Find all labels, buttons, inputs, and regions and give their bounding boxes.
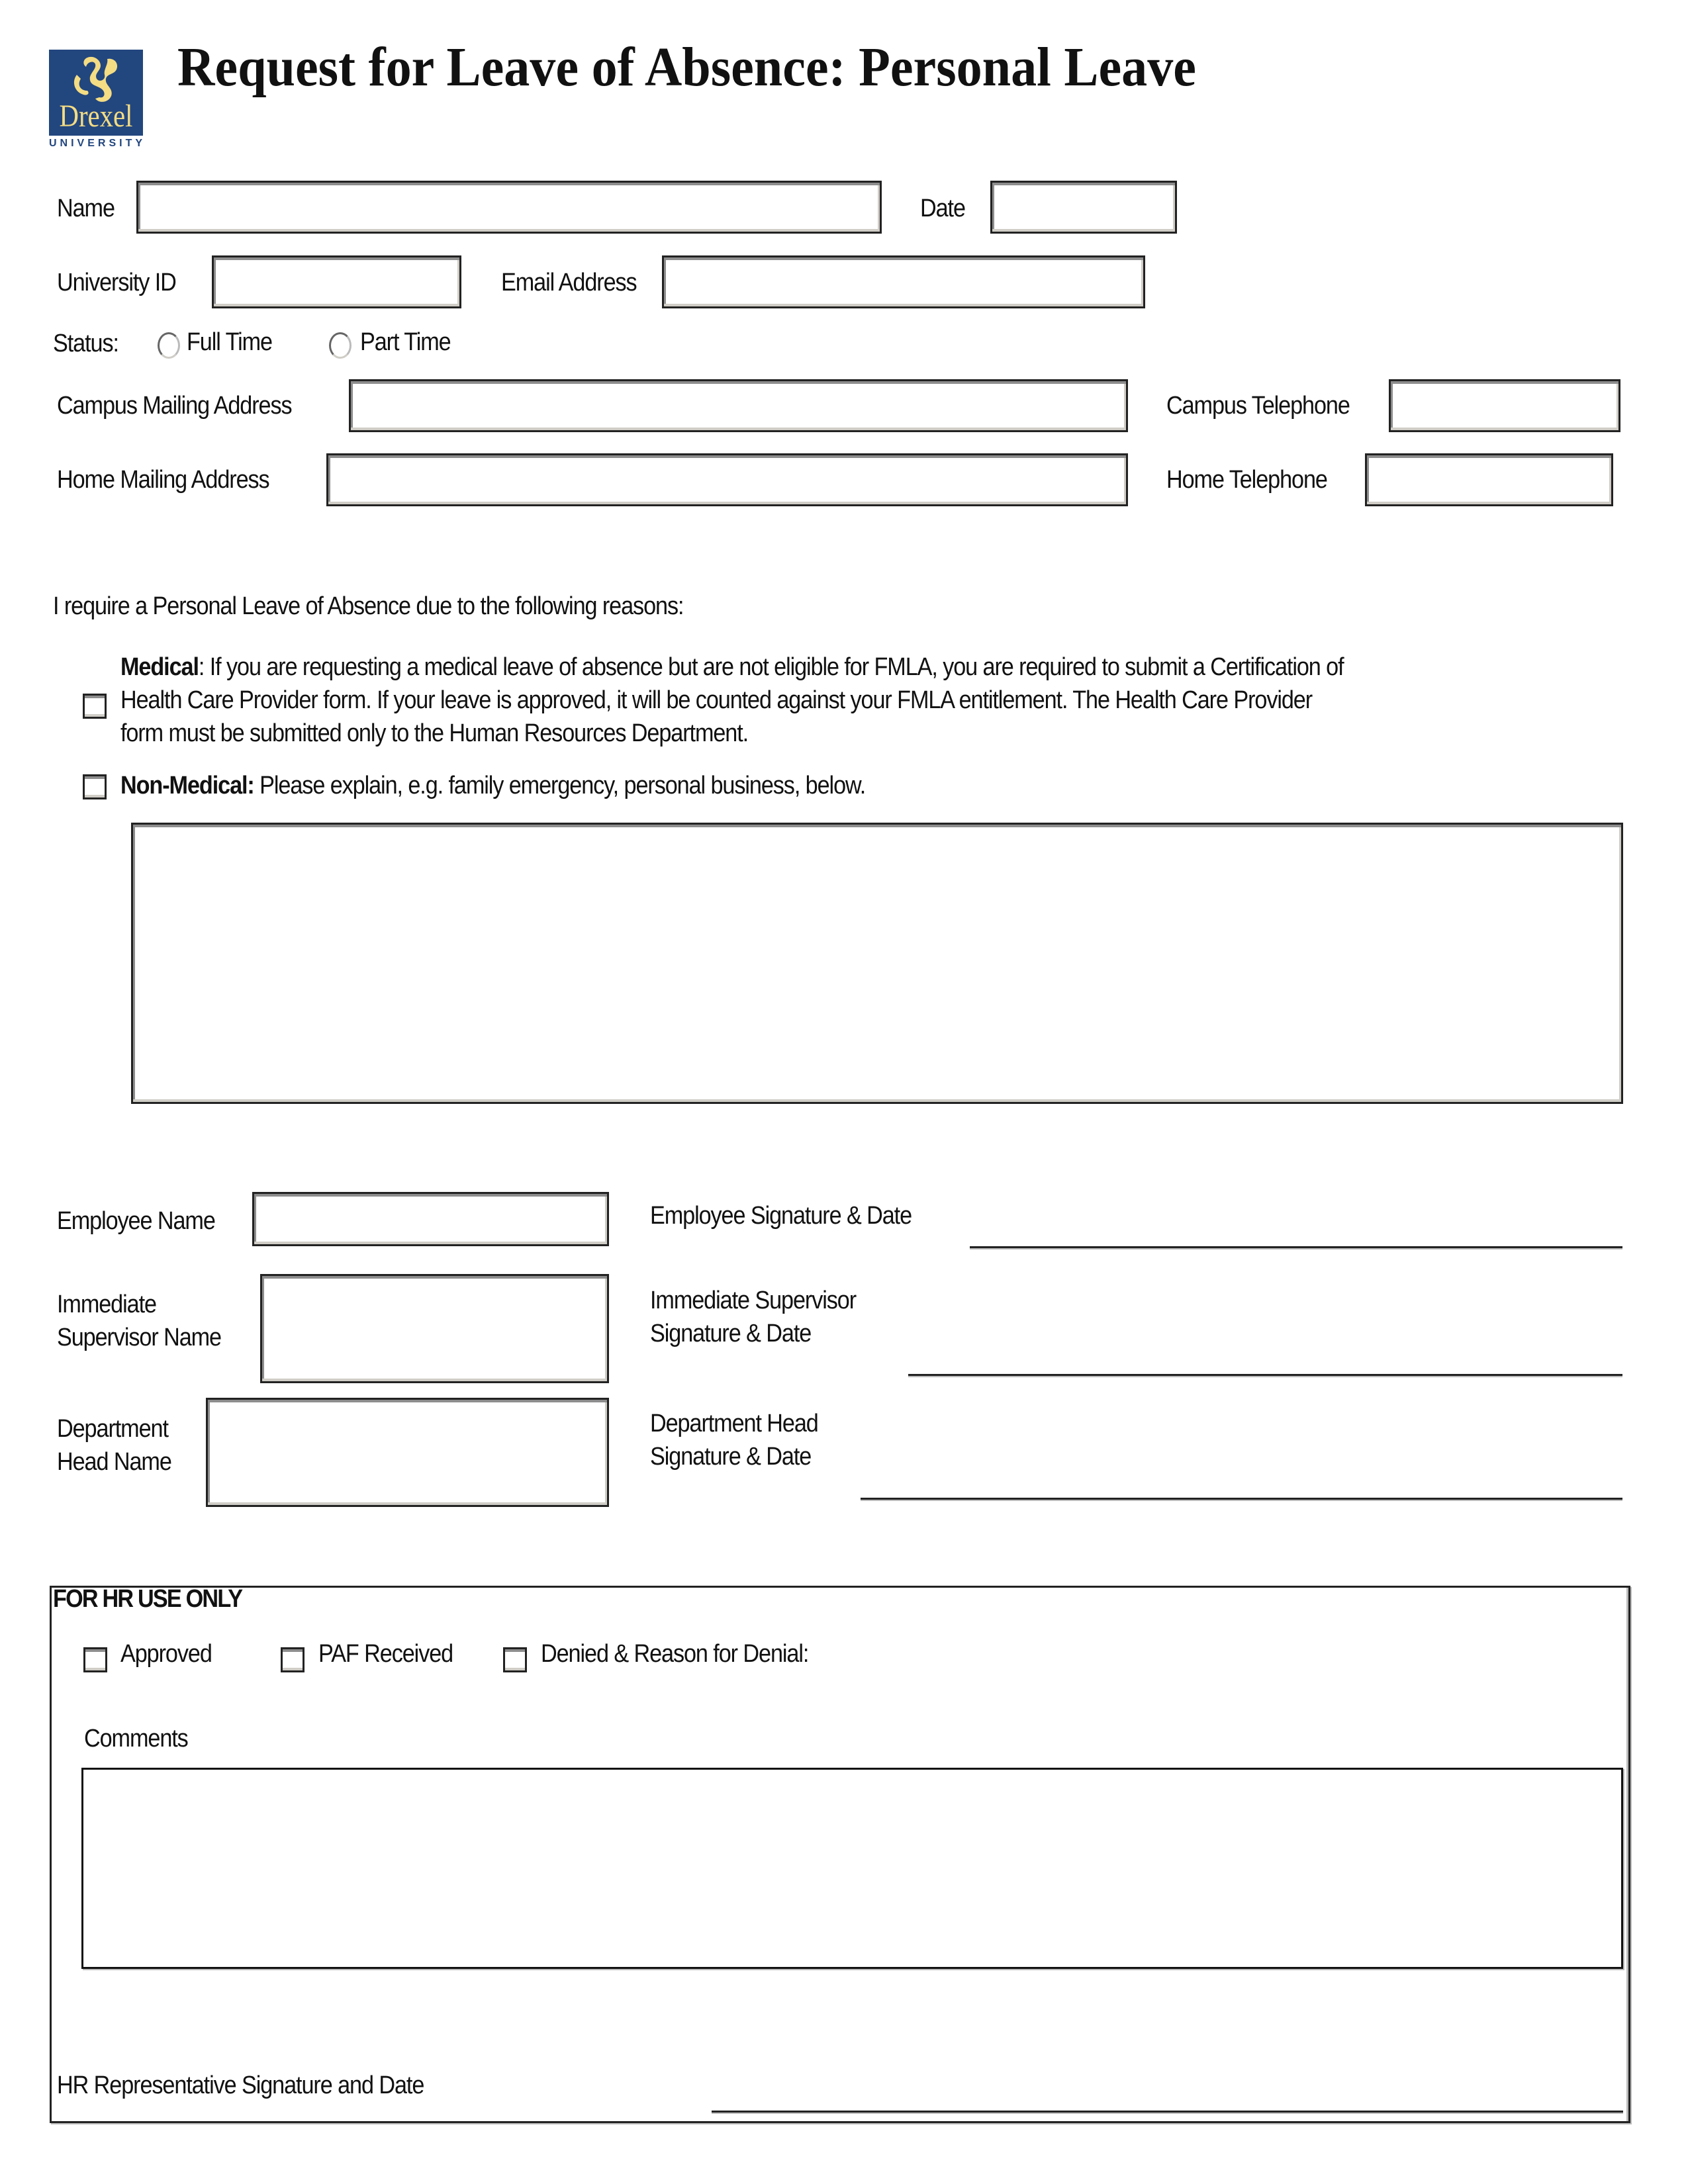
email-field[interactable]	[662, 255, 1145, 308]
logo-wordmark: Drexel	[59, 99, 133, 134]
name-label: Name	[57, 195, 115, 222]
campus-address-field[interactable]	[349, 379, 1128, 432]
approved-checkbox[interactable]	[83, 1647, 107, 1672]
date-label: Date	[920, 195, 966, 222]
non-medical-description: Non-Medical: Please explain, e.g. family…	[120, 769, 866, 802]
status-label: Status:	[53, 330, 119, 357]
date-field[interactable]	[990, 181, 1177, 234]
logo-subtitle: UNIVERSITY	[49, 138, 146, 149]
dept-head-name-label-1: Department	[57, 1415, 169, 1443]
dept-head-name-label-2: Head Name	[57, 1448, 172, 1476]
employee-name-label: Employee Name	[57, 1207, 216, 1235]
supervisor-signature-line[interactable]	[908, 1374, 1622, 1376]
home-phone-label: Home Telephone	[1166, 466, 1328, 494]
denied-checkbox[interactable]	[503, 1647, 527, 1672]
supervisor-name-label-1: Immediate	[57, 1291, 157, 1318]
home-address-label: Home Mailing Address	[57, 466, 270, 494]
non-medical-text: Please explain, e.g. family emergency, p…	[254, 772, 866, 799]
employee-signature-label: Employee Signature & Date	[650, 1202, 912, 1230]
supervisor-name-field[interactable]	[260, 1274, 609, 1383]
dept-head-signature-label-2: Signature & Date	[650, 1443, 812, 1471]
supervisor-signature-label-2: Signature & Date	[650, 1320, 812, 1347]
page-title: Request for Leave of Absence: Personal L…	[177, 36, 1196, 98]
campus-address-label: Campus Mailing Address	[57, 392, 293, 420]
paf-received-checkbox[interactable]	[281, 1647, 305, 1672]
supervisor-signature-label-1: Immediate Supervisor	[650, 1287, 857, 1314]
hr-rep-signature-label: HR Representative Signature and Date	[57, 2071, 424, 2099]
denied-label: Denied & Reason for Denial:	[541, 1640, 809, 1668]
name-field[interactable]	[136, 181, 882, 234]
part-time-label: Part Time	[360, 328, 451, 356]
medical-checkbox[interactable]	[83, 694, 107, 719]
non-medical-title: Non-Medical:	[120, 772, 255, 799]
campus-phone-label: Campus Telephone	[1166, 392, 1350, 420]
reasons-intro: I require a Personal Leave of Absence du…	[53, 592, 684, 620]
dept-head-signature-line[interactable]	[861, 1498, 1622, 1500]
drexel-logo: Drexel	[49, 50, 143, 136]
dept-head-signature-label-1: Department Head	[650, 1410, 819, 1437]
medical-line-1: : If you are requesting a medical leave …	[198, 653, 1344, 681]
university-id-field[interactable]	[212, 255, 461, 308]
medical-title: Medical	[120, 653, 199, 681]
paf-received-label: PAF Received	[318, 1640, 453, 1668]
hr-section-title: FOR HR USE ONLY	[53, 1585, 243, 1613]
campus-phone-field[interactable]	[1389, 379, 1620, 432]
home-address-field[interactable]	[326, 453, 1128, 506]
non-medical-checkbox[interactable]	[83, 774, 107, 799]
full-time-label: Full Time	[187, 328, 273, 356]
part-time-radio[interactable]	[329, 332, 352, 359]
full-time-radio[interactable]	[158, 332, 180, 359]
comments-textarea[interactable]	[81, 1768, 1623, 1969]
employee-name-field[interactable]	[252, 1192, 609, 1246]
supervisor-name-label-2: Supervisor Name	[57, 1324, 222, 1351]
university-id-label: University ID	[57, 269, 177, 296]
dept-head-name-field[interactable]	[206, 1398, 609, 1507]
approved-label: Approved	[120, 1640, 212, 1668]
comments-label: Comments	[84, 1725, 189, 1752]
email-label: Email Address	[501, 269, 637, 296]
medical-description: Medical: If you are requesting a medical…	[120, 651, 1344, 750]
explanation-textarea[interactable]	[131, 823, 1623, 1104]
hr-rep-signature-line[interactable]	[712, 2111, 1623, 2113]
home-phone-field[interactable]	[1365, 453, 1613, 506]
medical-line-2: Health Care Provider form. If your leave…	[120, 686, 1313, 714]
medical-line-3: form must be submitted only to the Human…	[120, 719, 749, 747]
employee-signature-line[interactable]	[970, 1246, 1622, 1248]
